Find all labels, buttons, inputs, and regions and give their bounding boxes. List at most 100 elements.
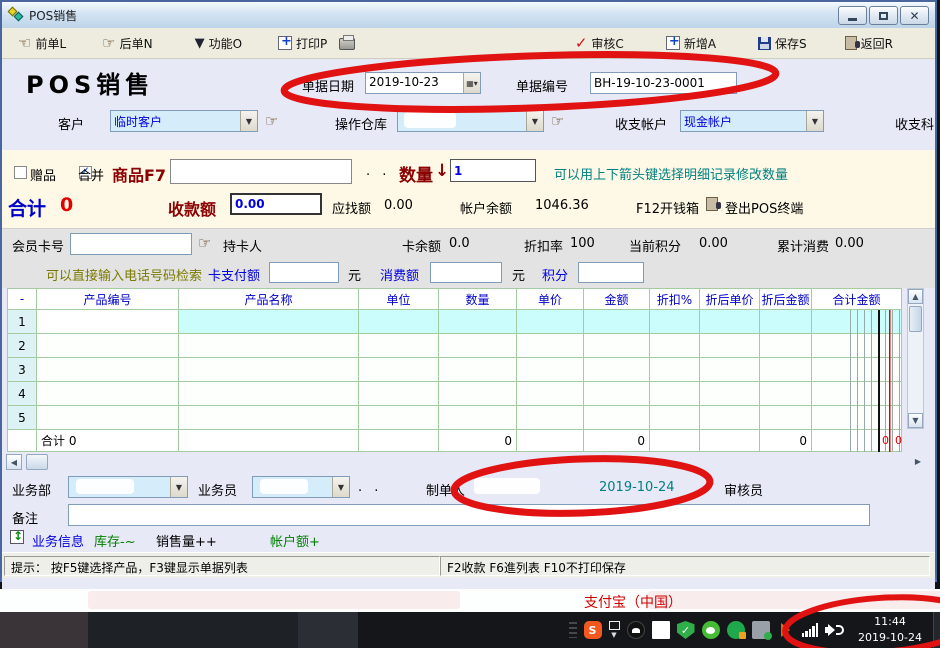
grid-cell[interactable] (517, 310, 584, 334)
points-input[interactable] (578, 262, 644, 283)
grid-cell[interactable] (439, 358, 517, 382)
taskbar[interactable]: S ▼ ✓ 11:44 2019-10-24 (0, 612, 940, 648)
grid-cell[interactable] (179, 334, 359, 358)
grid-cell[interactable] (517, 382, 584, 406)
grid-cell[interactable] (760, 358, 812, 382)
chevron-down-icon[interactable]: ▼ (332, 477, 349, 497)
chevron-down-icon[interactable]: ▼ (240, 111, 257, 131)
grid-cell[interactable] (359, 334, 439, 358)
audio-device-icon[interactable] (777, 621, 795, 639)
calendar-dropdown-icon[interactable]: ▦▾ (463, 73, 480, 93)
grid-cell[interactable] (37, 406, 179, 430)
grid-cell[interactable] (760, 406, 812, 430)
doc-no-input[interactable] (590, 72, 737, 94)
grid-cell[interactable] (439, 382, 517, 406)
grid-cell[interactable] (812, 310, 902, 334)
grid-cell[interactable] (812, 334, 902, 358)
grid-cell[interactable] (37, 310, 179, 334)
refresh-doc-icon[interactable] (10, 530, 24, 544)
grid-cell[interactable] (37, 382, 179, 406)
card-pay-input[interactable] (269, 262, 339, 283)
grid-cell[interactable] (650, 358, 700, 382)
grid-cell[interactable] (179, 310, 359, 334)
grid-cell[interactable] (760, 382, 812, 406)
product-input[interactable] (170, 159, 352, 184)
grid-cell[interactable] (760, 310, 812, 334)
grid-cell[interactable] (700, 310, 760, 334)
customer-dropdown[interactable]: 临时客户 ▼ (110, 110, 258, 132)
close-button[interactable]: ✕ (900, 6, 929, 25)
wechat-icon[interactable] (702, 621, 720, 639)
chevron-down-icon[interactable]: ▼ (806, 111, 823, 131)
grid-cell[interactable] (584, 310, 650, 334)
tray-expand-icon[interactable]: ▼ (611, 631, 616, 639)
grid-cell[interactable] (439, 334, 517, 358)
hscroll-thumb[interactable] (26, 454, 48, 470)
customer-lookup-icon[interactable]: ☞ (265, 112, 278, 130)
grid-cell[interactable] (760, 334, 812, 358)
grid-cell[interactable] (517, 358, 584, 382)
grid-cell[interactable] (359, 310, 439, 334)
grid-cell[interactable] (812, 406, 902, 430)
grid-cell[interactable] (584, 382, 650, 406)
grid-hscrollbar[interactable]: ◀ ▶ (2, 452, 935, 472)
grid-cell[interactable] (439, 406, 517, 430)
grid-cell[interactable] (700, 406, 760, 430)
sogou-input-icon[interactable]: S (584, 621, 602, 639)
grid-cell[interactable] (584, 358, 650, 382)
grid-cell[interactable] (439, 310, 517, 334)
logout-pos-label[interactable]: 登出POS终端 (725, 198, 803, 217)
grid-cell[interactable] (584, 406, 650, 430)
grid-vscrollbar[interactable]: ▲ ▼ (907, 288, 924, 429)
secure-lock-icon[interactable] (727, 621, 745, 639)
restore-window-icon[interactable] (609, 621, 620, 630)
maximize-button[interactable] (869, 6, 898, 25)
grid-cell[interactable] (700, 334, 760, 358)
remark-input[interactable] (68, 504, 870, 526)
scroll-down-icon[interactable]: ▼ (908, 413, 923, 428)
titlebar[interactable]: POS销售 ✕ (2, 2, 935, 28)
grid-cell[interactable] (650, 382, 700, 406)
doc-date-field[interactable]: 2019-10-23 ▦▾ (365, 72, 481, 94)
grid-cell[interactable] (359, 358, 439, 382)
grid-cell[interactable] (812, 382, 902, 406)
volume-icon[interactable] (825, 622, 841, 638)
next-doc-button[interactable]: ☞ 后单N (96, 32, 158, 55)
scroll-left-icon[interactable]: ◀ (6, 454, 22, 470)
grid-cell[interactable] (517, 334, 584, 358)
functions-button[interactable]: ▼ 功能O (189, 32, 248, 55)
grid-cell[interactable] (650, 334, 700, 358)
show-desktop-button[interactable] (933, 612, 940, 648)
add-button[interactable]: 新增A (660, 32, 722, 55)
grid-cell[interactable] (650, 406, 700, 430)
grid-cell[interactable] (812, 358, 902, 382)
grid-cell[interactable] (700, 358, 760, 382)
chevron-down-icon[interactable]: ▼ (526, 111, 543, 131)
gift-checkbox[interactable] (14, 166, 27, 179)
grid-cell[interactable] (359, 406, 439, 430)
shield-guard-icon[interactable]: ✓ (677, 621, 695, 639)
business-info-label[interactable]: 业务信息 (32, 531, 84, 550)
cashbox-label[interactable]: F12开钱箱 (636, 198, 699, 217)
network-signal-icon[interactable] (802, 623, 819, 637)
scroll-up-icon[interactable]: ▲ (908, 289, 923, 304)
back-button[interactable]: 返回R (839, 32, 899, 55)
minimize-button[interactable] (838, 6, 867, 25)
member-card-input[interactable] (70, 233, 192, 255)
member-lookup-icon[interactable]: ☞ (198, 234, 211, 252)
audit-button[interactable]: ✓ 审核C (569, 31, 630, 55)
qty-input[interactable] (450, 159, 536, 182)
chevron-down-icon[interactable]: ▼ (170, 477, 187, 497)
account-dropdown[interactable]: 现金帐户 ▼ (680, 110, 824, 132)
grid-cell[interactable] (359, 382, 439, 406)
print-button[interactable]: 打印P (272, 32, 333, 55)
consume-input[interactable] (430, 262, 502, 283)
save-button[interactable]: 保存S (752, 32, 813, 55)
grid-cell[interactable] (179, 406, 359, 430)
usb-device-icon[interactable] (752, 621, 770, 639)
qq-icon[interactable] (627, 621, 645, 639)
vscroll-thumb[interactable] (909, 306, 922, 332)
taskbar-clock[interactable]: 11:44 2019-10-24 (848, 614, 932, 646)
grid-cell[interactable] (179, 358, 359, 382)
printer-setup-button[interactable] (333, 34, 361, 52)
